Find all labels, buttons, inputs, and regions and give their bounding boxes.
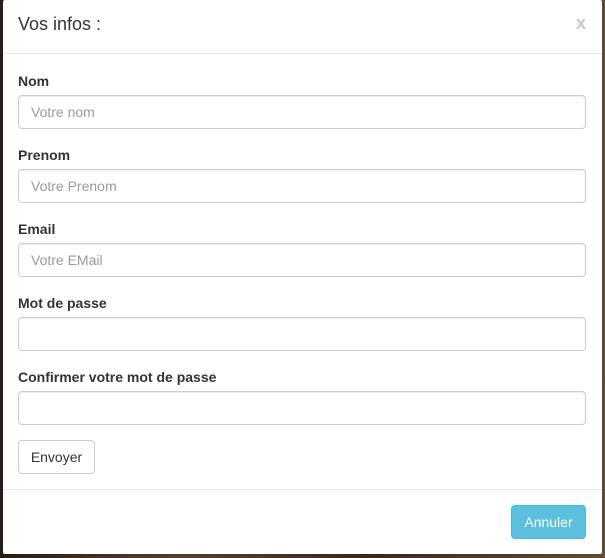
modal-header: Vos infos : x <box>3 0 602 54</box>
email-label: Email <box>18 221 56 237</box>
close-button[interactable]: x <box>576 13 586 34</box>
prenom-label: Prenom <box>18 147 71 163</box>
email-input[interactable] <box>18 243 586 277</box>
password-label: Mot de passe <box>18 295 107 311</box>
prenom-input[interactable] <box>18 169 586 203</box>
cancel-button[interactable]: Annuler <box>511 505 586 539</box>
nom-label: Nom <box>18 73 50 89</box>
send-button[interactable]: Envoyer <box>18 440 95 474</box>
modal-dialog: Vos infos : x Nom Prenom Email Mot de pa… <box>3 0 602 554</box>
confirm-password-input[interactable] <box>18 391 586 425</box>
modal-title: Vos infos : <box>18 14 102 34</box>
modal-footer: Annuler <box>3 489 602 555</box>
password-input[interactable] <box>18 317 586 351</box>
confirm-password-label: Confirmer votre mot de passe <box>18 369 217 385</box>
nom-input[interactable] <box>18 95 586 129</box>
